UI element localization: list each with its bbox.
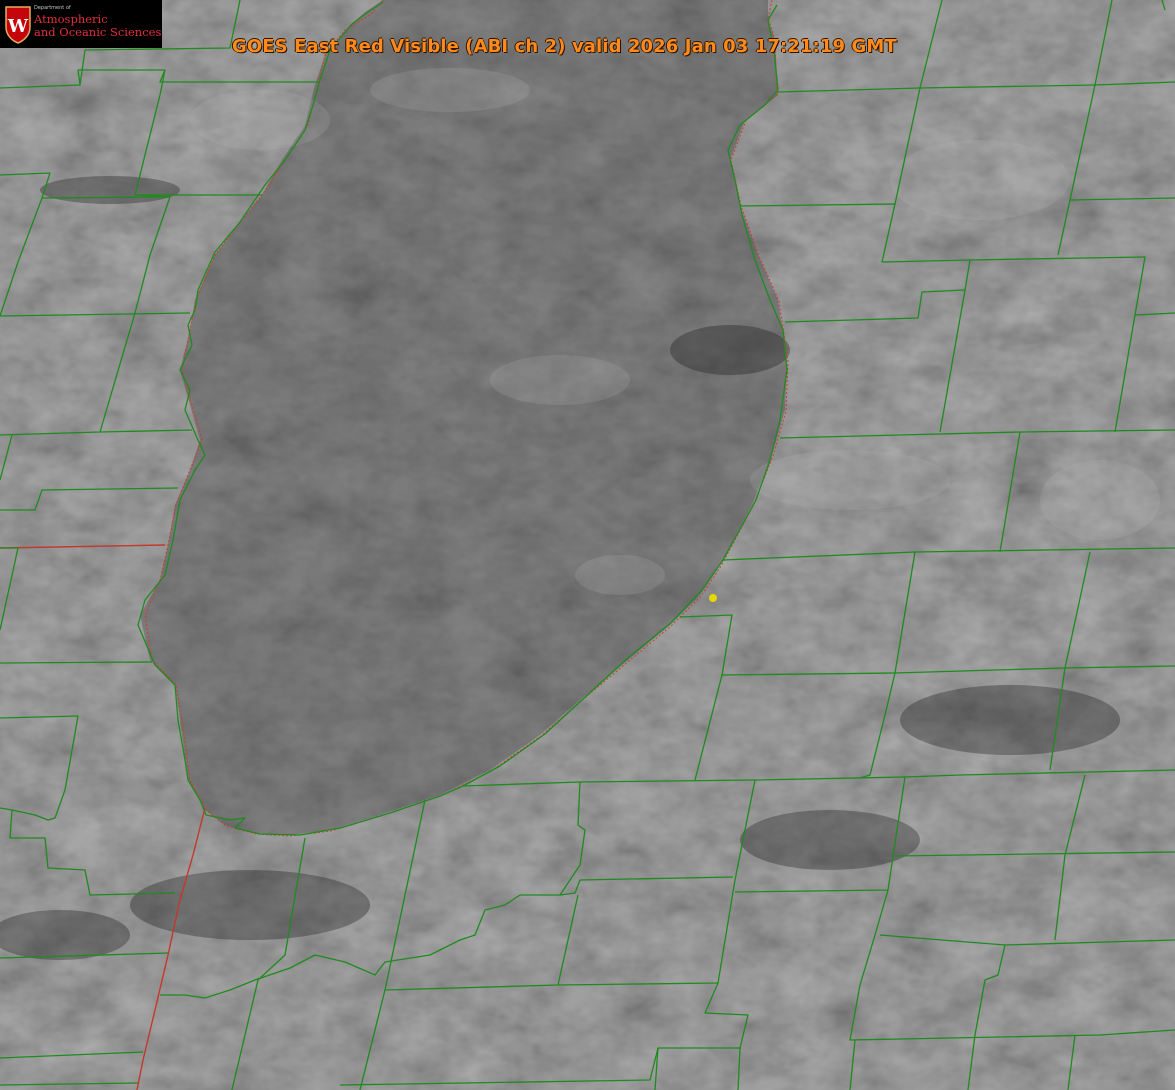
logo-department-label: Department of xyxy=(34,5,71,11)
uw-aos-logo: W Department of Atmospheric and Oceanic … xyxy=(0,0,162,48)
crest-icon: W xyxy=(5,6,31,44)
location-marker xyxy=(709,594,717,602)
satellite-map-view: W Department of Atmospheric and Oceanic … xyxy=(0,0,1175,1090)
satellite-image xyxy=(0,0,1175,1090)
logo-line-2: and Oceanic Sciences xyxy=(34,25,162,39)
image-title: GOES East Red Visible (ABI ch 2) valid 2… xyxy=(232,36,897,57)
logo-text: Department of Atmospheric and Oceanic Sc… xyxy=(34,6,161,39)
svg-text:W: W xyxy=(7,16,29,37)
